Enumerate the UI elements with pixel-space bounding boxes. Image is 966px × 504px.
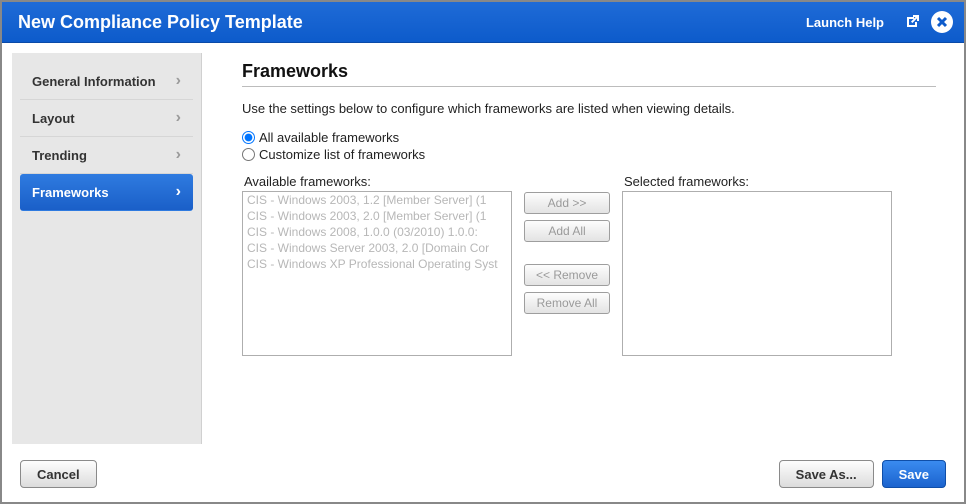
dialog-footer: Cancel Save As... Save	[2, 454, 964, 502]
list-item[interactable]: CIS - Windows 2003, 1.2 [Member Server] …	[243, 192, 511, 208]
sidebar-item-layout[interactable]: Layout ›	[20, 100, 193, 137]
radio-customize-frameworks-input[interactable]	[242, 148, 255, 161]
dialog-body: General Information › Layout › Trending …	[2, 43, 964, 454]
titlebar: New Compliance Policy Template Launch He…	[2, 2, 964, 43]
selected-label: Selected frameworks:	[624, 174, 892, 189]
selected-column: Selected frameworks:	[622, 174, 892, 356]
available-listbox[interactable]: CIS - Windows 2003, 1.2 [Member Server] …	[242, 191, 512, 356]
add-button[interactable]: Add >>	[524, 192, 610, 214]
sidebar-item-label: Frameworks	[32, 185, 109, 200]
chevron-right-icon: ›	[176, 147, 181, 163]
close-icon	[931, 11, 953, 33]
list-item[interactable]: CIS - Windows 2003, 2.0 [Member Server] …	[243, 208, 511, 224]
dialog-title: New Compliance Policy Template	[18, 12, 806, 33]
sidebar: General Information › Layout › Trending …	[12, 53, 202, 444]
sidebar-item-label: Layout	[32, 111, 75, 126]
save-as-button[interactable]: Save As...	[779, 460, 874, 488]
launch-help-link[interactable]: Launch Help	[806, 15, 884, 30]
close-button[interactable]	[930, 10, 954, 34]
radio-label: Customize list of frameworks	[259, 147, 425, 162]
available-column: Available frameworks: CIS - Windows 2003…	[242, 174, 512, 356]
sidebar-item-frameworks[interactable]: Frameworks ›	[20, 174, 193, 211]
sidebar-item-trending[interactable]: Trending ›	[20, 137, 193, 174]
button-spacer	[524, 248, 610, 258]
chevron-right-icon: ›	[176, 184, 181, 200]
list-item[interactable]: CIS - Windows XP Professional Operating …	[243, 256, 511, 272]
remove-button[interactable]: << Remove	[524, 264, 610, 286]
sidebar-item-label: Trending	[32, 148, 87, 163]
radio-label: All available frameworks	[259, 130, 399, 145]
cancel-button[interactable]: Cancel	[20, 460, 97, 488]
selected-listbox[interactable]	[622, 191, 892, 356]
remove-all-button[interactable]: Remove All	[524, 292, 610, 314]
sidebar-item-general-information[interactable]: General Information ›	[20, 63, 193, 100]
dialog-window: New Compliance Policy Template Launch He…	[0, 0, 966, 504]
chevron-right-icon: ›	[176, 110, 181, 126]
list-item[interactable]: CIS - Windows 2008, 1.0.0 (03/2010) 1.0.…	[243, 224, 511, 240]
page-description: Use the settings below to configure whic…	[242, 101, 936, 116]
chevron-right-icon: ›	[176, 73, 181, 89]
available-label: Available frameworks:	[244, 174, 512, 189]
save-button[interactable]: Save	[882, 460, 946, 488]
main-panel: Frameworks Use the settings below to con…	[202, 43, 964, 454]
heading-divider	[242, 86, 936, 87]
dual-list: Available frameworks: CIS - Windows 2003…	[242, 174, 936, 356]
list-item[interactable]: CIS - Windows Server 2003, 2.0 [Domain C…	[243, 240, 511, 256]
radio-all-frameworks[interactable]: All available frameworks	[242, 130, 936, 145]
radio-all-frameworks-input[interactable]	[242, 131, 255, 144]
page-heading: Frameworks	[242, 61, 936, 82]
popout-icon[interactable]	[900, 10, 924, 34]
add-all-button[interactable]: Add All	[524, 220, 610, 242]
transfer-buttons: Add >> Add All << Remove Remove All	[524, 174, 610, 356]
radio-customize-frameworks[interactable]: Customize list of frameworks	[242, 147, 936, 162]
sidebar-item-label: General Information	[32, 74, 156, 89]
